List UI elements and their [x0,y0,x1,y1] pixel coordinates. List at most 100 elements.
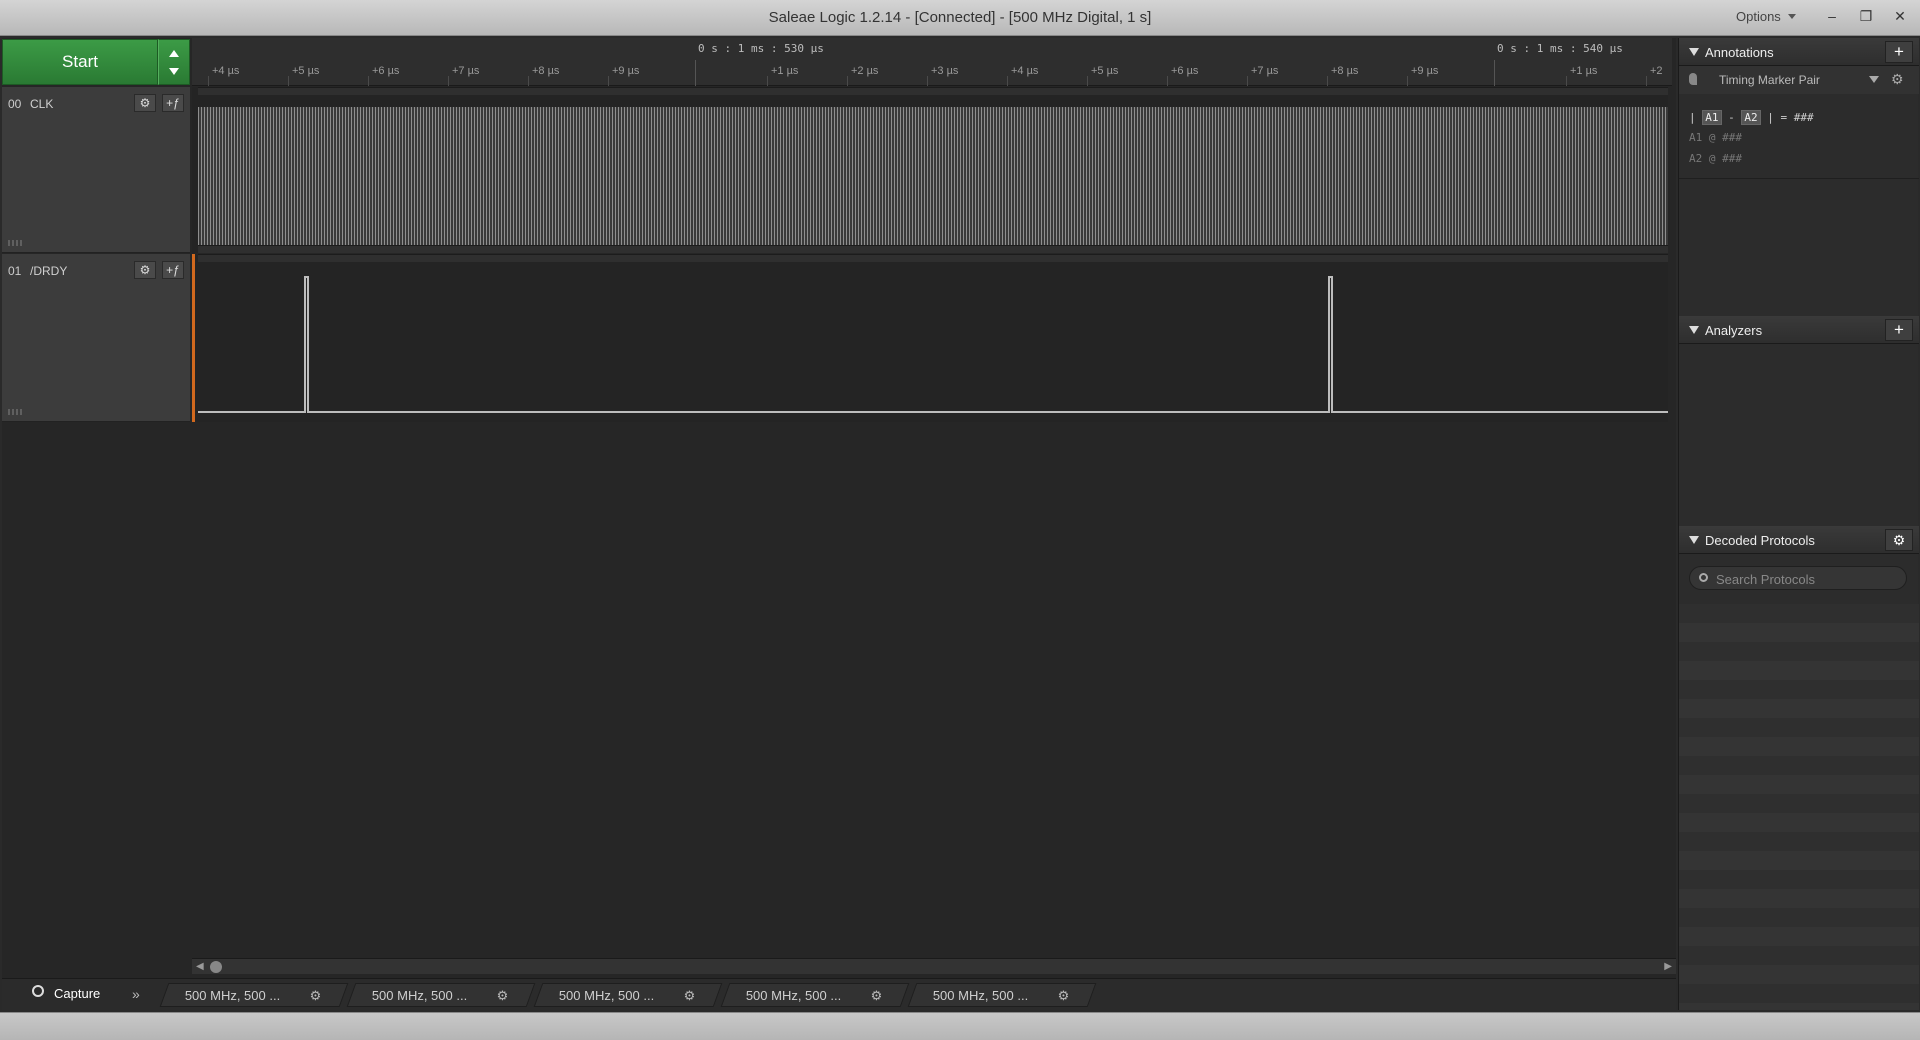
restore-button[interactable]: ❐ [1854,6,1878,26]
horizontal-scrollbar[interactable]: ◀ ▶ [192,958,1676,974]
start-button[interactable]: Start [2,39,158,85]
clk-signal [198,107,1668,245]
ruler-tick-label: +4 µs [212,65,240,77]
ruler-tick-label: +1 µs [1570,65,1598,77]
scroll-right-icon[interactable]: ▶ [1664,961,1672,972]
annotation-a1: A1 @ ### [1689,131,1742,144]
session-tab-bar: Capture » 500 MHz, 500 ... ⚙ 500 MHz, 50… [2,978,1676,1010]
collapse-triangle-icon[interactable] [1689,326,1699,334]
search-icon [1699,573,1708,582]
marker-pin-icon [1689,73,1697,85]
drag-handle-icon[interactable] [8,409,22,415]
a2-chip[interactable]: A2 [1741,110,1761,125]
ruler-tick-label: +5 µs [1091,65,1119,77]
a1-chip[interactable]: A1 [1702,110,1722,125]
session-gear-icon[interactable]: ⚙ [1058,988,1070,1004]
ruler-tick-label: +7 µs [1251,65,1279,77]
analyzers-header[interactable]: Analyzers + [1679,316,1919,344]
search-placeholder: Search Protocols [1716,572,1815,587]
status-bar [0,1012,1920,1040]
ruler-tick-label: +2 µs [851,65,879,77]
session-tab[interactable]: 500 MHz, 500 ... ⚙ [720,983,910,1007]
marker-gear-icon[interactable]: ⚙ [1891,71,1904,88]
session-tab-label: 500 MHz, 500 ... [371,988,468,1003]
ruler-tick-mark [1007,76,1008,86]
drag-handle-icon[interactable] [8,240,22,246]
decoded-protocols-title: Decoded Protocols [1705,533,1815,548]
chevron-up-icon [169,50,179,57]
ruler-tick-mark [288,76,289,86]
ruler-tick-label: +6 µs [372,65,400,77]
time-ruler[interactable]: 0 s : 1 ms : 530 µs 0 s : 1 ms : 540 µs … [192,38,1672,86]
channel-row-drdy[interactable]: 01 /DRDY ⚙ +ƒ [2,254,190,422]
annotation-delta: | A1 - A2 | = ### [1689,110,1814,125]
session-gear-icon[interactable]: ⚙ [871,988,883,1004]
decoded-protocols-list[interactable] [1679,604,1919,1010]
session-tab[interactable]: 500 MHz, 500 ... ⚙ [159,983,349,1007]
ruler-timestamp: 0 s : 1 ms : 540 µs [1497,42,1623,55]
timing-marker-row[interactable]: Timing Marker Pair ⚙ [1679,66,1919,94]
session-tab[interactable]: 500 MHz, 500 ... ⚙ [346,983,536,1007]
trigger-cursor [192,254,195,422]
chevron-down-icon [169,68,179,75]
ruler-tick-mark [1247,76,1248,86]
channel-settings-gear-icon[interactable]: ⚙ [134,94,156,112]
decoded-protocols-header[interactable]: Decoded Protocols ⚙ [1679,526,1919,554]
ruler-divider [695,60,696,86]
dropdown-icon[interactable] [1869,76,1879,83]
ruler-tick-mark [1087,76,1088,86]
decoded-settings-gear-icon[interactable]: ⚙ [1885,529,1913,551]
ruler-tick-label: +8 µs [1331,65,1359,77]
ruler-tick-label: +2 [1650,65,1663,77]
ruler-tick-label: +9 µs [1411,65,1439,77]
ruler-timestamp: 0 s : 1 ms : 530 µs [698,42,824,55]
options-caret-icon[interactable] [1788,14,1796,19]
options-menu[interactable]: Options [1736,9,1781,24]
waveform-drdy[interactable] [192,254,1668,422]
ruler-tick-mark [927,76,928,86]
search-protocols-input[interactable]: Search Protocols [1689,566,1907,590]
channel-number: 01 [8,264,22,278]
timing-marker-label: Timing Marker Pair [1719,73,1820,87]
add-analyzer-button[interactable]: + [1885,319,1913,341]
tab-overflow-icon[interactable]: » [132,986,140,1002]
session-gear-icon[interactable]: ⚙ [684,988,696,1004]
collapse-triangle-icon[interactable] [1689,48,1699,56]
session-tab[interactable]: 500 MHz, 500 ... ⚙ [533,983,723,1007]
collapse-triangle-icon[interactable] [1689,536,1699,544]
session-tab[interactable]: 500 MHz, 500 ... ⚙ [907,983,1097,1007]
session-gear-icon[interactable]: ⚙ [497,988,509,1004]
waveform-clk[interactable] [192,87,1668,253]
trigger-edge-icon[interactable]: +ƒ [162,261,184,279]
channel-name[interactable]: CLK [30,97,53,111]
channel-settings-gear-icon[interactable]: ⚙ [134,261,156,279]
channel-number: 00 [8,97,22,111]
ruler-tick-label: +3 µs [931,65,959,77]
channel-name[interactable]: /DRDY [30,264,67,278]
scroll-left-icon[interactable]: ◀ [196,961,204,972]
close-button[interactable]: ✕ [1888,6,1912,26]
annotations-title: Annotations [1705,45,1774,60]
ruler-tick-mark [847,76,848,86]
ruler-tick-mark [1167,76,1168,86]
minimize-button[interactable]: – [1820,6,1844,26]
channel-row-clk[interactable]: 00 CLK ⚙ +ƒ [2,87,190,253]
analyzers-title: Analyzers [1705,323,1763,338]
ruler-tick-label: +9 µs [612,65,640,77]
start-options-button[interactable] [158,39,190,85]
annotations-header[interactable]: Annotations + [1679,38,1919,66]
right-sidebar: Annotations + Timing Marker Pair ⚙ | A1 … [1678,38,1919,1010]
add-annotation-button[interactable]: + [1885,41,1913,63]
ruler-tick-mark [608,76,609,86]
session-tab-label: 500 MHz, 500 ... [184,988,281,1003]
title-bar: Saleae Logic 1.2.14 - [Connected] - [500… [0,0,1920,36]
ruler-tick-mark [208,76,209,86]
ruler-tick-label: +8 µs [532,65,560,77]
trigger-edge-icon[interactable]: +ƒ [162,94,184,112]
ruler-tick-mark [767,76,768,86]
ruler-tick-mark [448,76,449,86]
drdy-signal [192,254,1668,422]
scroll-thumb[interactable] [210,961,222,973]
ruler-divider [1494,60,1495,86]
session-gear-icon[interactable]: ⚙ [310,988,322,1004]
